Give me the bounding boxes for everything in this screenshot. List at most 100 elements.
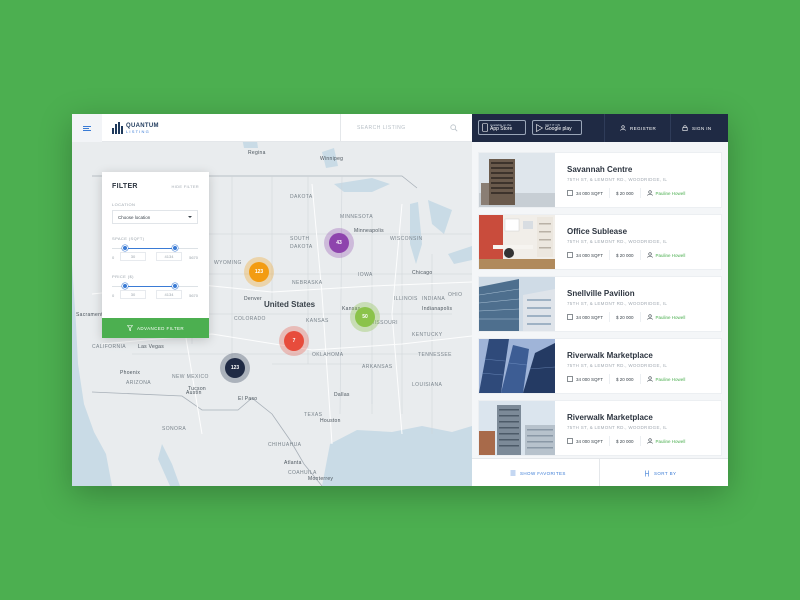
listing-size: 34 000 SQFT [576,190,604,196]
sort-icon [645,470,649,476]
listing-agent-link[interactable]: Pauline Howell [656,439,686,444]
listing-photo [479,277,555,331]
logo-building-icon [112,122,123,134]
listing-size: 34 000 SQFT [576,252,604,258]
map-state-label: TENNESSEE [418,352,452,358]
app-store-badge[interactable]: Available on the App Store [478,120,526,135]
listing-card[interactable]: Savannah Centre 75TH ST, & LEMONT RD., W… [478,152,722,208]
listing-agent-link[interactable]: Pauline Howell [656,191,686,196]
listing-agent-link[interactable]: Pauline Howell [656,253,686,258]
space-to-field[interactable]: 4134 [156,252,182,261]
listing-address: 75TH ST, & LEMONT RD., WOODRIDGE, IL [567,239,668,244]
logo-subtitle: LISTING [126,128,150,134]
area-icon [567,190,573,196]
map-country-label: United States [264,300,316,309]
listing-card[interactable]: Snellville Pavilion 75TH ST, & LEMONT RD… [478,276,722,332]
area-icon [567,252,573,258]
listing-address: 75TH ST, & LEMONT RD., WOODRIDGE, IL [567,363,668,368]
map-state-label: NEW MEXICO [172,374,209,380]
map-city-label: Las Vegas [138,344,165,350]
lock-icon [682,125,688,131]
map-state-label: KANSAS [306,318,329,324]
map-state-label: INDIANA [422,296,446,302]
location-label: LOCATION [112,202,136,207]
hide-filter-link[interactable]: HIDE FILTER [172,184,199,189]
listing-size: 34 000 SQFT [576,376,604,382]
map-city-label: Denver [244,296,262,302]
map-cluster-marker[interactable]: 50 [350,302,380,332]
sort-by-button[interactable]: SORT BY [644,459,676,486]
map-cluster-marker[interactable]: 123 [244,257,274,287]
map-cluster-marker[interactable]: 123 [220,353,250,383]
map-state-label: OKLAHOMA [312,352,344,358]
agent-icon [646,376,653,382]
space-range-slider[interactable]: 0 30 4134 5670 [112,242,198,268]
listing-agent-link[interactable]: Pauline Howell [656,377,686,382]
top-bar: QUANTUM LISTING [72,114,472,142]
map-state-label: WISCONSIN [390,236,423,242]
listings-panel: Available on the App Store GET IT ON Goo… [472,114,728,486]
price-to-field[interactable]: 4134 [156,290,182,299]
map-state-label: SOUTH [290,236,310,242]
listing-size: 34 000 SQFT [576,438,604,444]
slider-min-handle[interactable] [121,245,128,251]
map-city-label: Regina [248,150,266,156]
map-city-label: Monterrey [308,476,334,482]
google-play-label: Google play [545,125,572,132]
space-from-field[interactable]: 30 [120,252,146,261]
show-favorites-button[interactable]: SHOW FAVORITES [510,459,566,486]
map-state-label: LOUISIANA [412,382,443,388]
caret-down-icon [188,216,192,218]
sign-in-button[interactable]: SIGN IN [682,114,712,142]
listing-agent-link[interactable]: Pauline Howell [656,315,686,320]
map-state-label: DAKOTA [290,194,313,200]
app-window: Regina Winnipeg DAKOTA MINNESOTA Minneap… [72,114,728,486]
listing-address: 75TH ST, & LEMONT RD., WOODRIDGE, IL [567,177,668,182]
google-play-badge[interactable]: GET IT ON Google play [532,120,582,135]
listing-photo [479,339,555,393]
logo[interactable]: QUANTUM LISTING [112,121,159,135]
listing-price: $ 20 000 [616,252,634,258]
listing-card[interactable]: Riverwalk Marketplace 75TH ST, & LEMONT … [478,338,722,394]
list-icon [510,470,516,476]
listing-card[interactable]: Office Sublease 75TH ST, & LEMONT RD., W… [478,214,722,270]
play-icon [536,123,543,132]
map-cluster-marker[interactable]: 7 [279,326,309,356]
listing-price: $ 20 000 [616,190,634,196]
user-icon [620,125,626,131]
space-min-value: 0 [112,255,115,260]
map-city-label: Chicago [412,270,433,276]
map-cluster-marker[interactable]: 43 [324,228,354,258]
search-input[interactable] [357,125,441,131]
map-state-label: NEBRASKA [292,280,323,286]
map-state-label: ARIZONA [126,380,152,386]
map-state-label: IOWA [358,272,373,278]
phone-icon [482,123,488,132]
advanced-filter-button[interactable]: ADVANCED FILTER [102,318,209,338]
location-select[interactable]: Choose location [112,210,198,224]
map-city-label: El Paso [238,396,258,402]
listing-title: Riverwalk Marketplace [567,413,653,422]
slider-min-handle[interactable] [121,283,128,289]
map-state-label: DAKOTA [290,244,313,250]
funnel-icon [126,325,133,331]
cluster-count: 43 [329,233,349,253]
register-button[interactable]: REGISTER [620,114,656,142]
price-label: PRICE ($) [112,274,134,279]
menu-button[interactable] [72,114,102,142]
map-state-label: ARKANSAS [362,364,393,370]
map-city-label: Minneapolis [354,228,384,234]
slider-max-handle[interactable] [171,283,178,289]
map-city-label: Indianapolis [422,306,453,312]
map-view[interactable]: Regina Winnipeg DAKOTA MINNESOTA Minneap… [72,114,472,486]
slider-max-handle[interactable] [171,245,178,251]
search-icon[interactable] [450,124,458,132]
listing-card[interactable]: Riverwalk Marketplace 75TH ST, & LEMONT … [478,400,722,456]
price-range-slider[interactable]: 0 30 4134 5670 [112,280,198,306]
price-from-field[interactable]: 30 [120,290,146,299]
agent-icon [646,438,653,444]
listing-price: $ 20 000 [616,376,634,382]
filter-title: FILTER [112,182,138,190]
agent-icon [646,314,653,320]
map-state-label: WYOMING [214,260,242,266]
